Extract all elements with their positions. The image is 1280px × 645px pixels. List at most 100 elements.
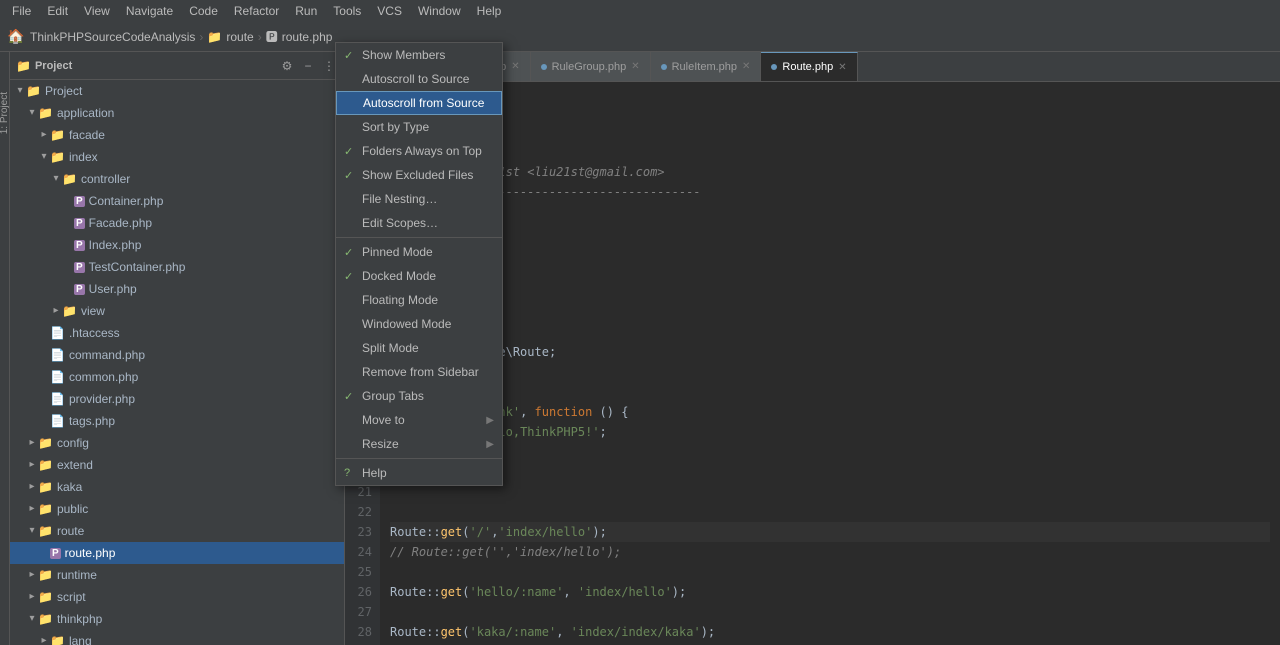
tree-item[interactable]: ▸📁config [10, 432, 344, 454]
folder-icon: 📁 [38, 612, 53, 626]
code-line: Route::get('hello/:name', 'index/hello')… [390, 582, 1270, 602]
tree-item[interactable]: ▾📁Project [10, 80, 344, 102]
menu-item-edit-scopes[interactable]: Edit Scopes… [336, 211, 502, 235]
tree-item[interactable]: ▾📁index [10, 146, 344, 168]
menu-help[interactable]: Help [469, 2, 510, 20]
tree-item[interactable]: ▸📁facade [10, 124, 344, 146]
left-strip: 1: Project [0, 52, 10, 645]
menu-navigate[interactable]: Navigate [118, 2, 181, 20]
tree-item[interactable]: ▾📁route [10, 520, 344, 542]
tree-item[interactable]: ▸📁public [10, 498, 344, 520]
folder-icon: 📁 [38, 480, 53, 494]
tree-item[interactable]: ▸📄.htaccess [10, 322, 344, 344]
tree-item[interactable]: ▸📄provider.php [10, 388, 344, 410]
menu-item-floating-mode[interactable]: Floating Mode [336, 288, 502, 312]
menu-code[interactable]: Code [181, 2, 226, 20]
tree-arrow: ▸ [38, 635, 50, 645]
tree-item[interactable]: ▸📄command.php [10, 344, 344, 366]
tree-item[interactable]: ▸📄common.php [10, 366, 344, 388]
tree-item[interactable]: ▸📁view [10, 300, 344, 322]
tab-Routephp[interactable]: Route.php ✕ [761, 52, 857, 82]
tree-arrow: ▾ [26, 613, 38, 625]
tab-close[interactable]: ✕ [742, 61, 750, 72]
project-icon[interactable]: 🏠 [6, 27, 26, 47]
tree-item[interactable]: ▸📄tags.php [10, 410, 344, 432]
menu-vcs[interactable]: VCS [369, 2, 410, 20]
panel-minus-icon[interactable]: − [299, 57, 317, 75]
menu-item-docked-mode[interactable]: ✓Docked Mode [336, 264, 502, 288]
menu-item-autoscroll-from-source[interactable]: Autoscroll from Source [336, 91, 502, 115]
menu-item-remove-from-sidebar[interactable]: Remove from Sidebar [336, 360, 502, 384]
tree-item-label: lang [69, 634, 92, 645]
tree-item[interactable]: ▾📁application [10, 102, 344, 124]
menu-item-label: Move to [362, 413, 480, 427]
menu-checkmark: ✓ [344, 390, 356, 403]
menu-item-file-nesting[interactable]: File Nesting… [336, 187, 502, 211]
code-content[interactable]: /* * Author: liu21st <liu21st@gmail.com>… [380, 82, 1280, 645]
tree-item[interactable]: ▾📁controller [10, 168, 344, 190]
menu-item-move-to[interactable]: Move to▶ [336, 408, 502, 432]
tree-item-label: command.php [69, 348, 145, 362]
tree-item-label: config [57, 436, 89, 450]
menu-item-pinned-mode[interactable]: ✓Pinned Mode [336, 240, 502, 264]
menu-file[interactable]: File [4, 2, 39, 20]
breadcrumb-route-folder: 📁 [207, 30, 222, 44]
menu-item-label: Folders Always on Top [362, 144, 494, 158]
tree-item[interactable]: ▸📁script [10, 586, 344, 608]
menu-checkmark: ? [344, 467, 356, 479]
tree-item[interactable]: ▸P User.php [10, 278, 344, 300]
tab-close[interactable]: ✕ [631, 61, 639, 72]
menu-item-sort-by-type[interactable]: Sort by Type [336, 115, 502, 139]
tree-arrow: ▸ [26, 503, 38, 515]
tree-item-label: view [81, 304, 105, 318]
tree-item-label: route.php [65, 546, 116, 560]
menu-item-label: Floating Mode [362, 293, 494, 307]
tree-item[interactable]: ▸📁runtime [10, 564, 344, 586]
code-line: Route::get('kaka/:name', 'index/index/ka… [390, 622, 1270, 642]
file-icon: 📄 [50, 370, 65, 384]
tree-item[interactable]: ▾📁thinkphp [10, 608, 344, 630]
tree-item[interactable]: ▸P Facade.php [10, 212, 344, 234]
menu-item-label: Autoscroll from Source [363, 96, 493, 110]
panel-settings-icon[interactable]: ⚙ [278, 57, 296, 75]
menu-item-autoscroll-to-source[interactable]: Autoscroll to Source [336, 67, 502, 91]
tree-item[interactable]: ▸📁extend [10, 454, 344, 476]
menu-refactor[interactable]: Refactor [226, 2, 287, 20]
tab-close[interactable]: ✕ [838, 62, 846, 73]
tree-item-label: Container.php [89, 194, 164, 208]
code-line [390, 322, 1270, 342]
folder-icon: 📁 [50, 128, 65, 142]
menu-item-show-excluded-files[interactable]: ✓Show Excluded Files [336, 163, 502, 187]
tab-dot [661, 64, 667, 70]
menu-item-group-tabs[interactable]: ✓Group Tabs [336, 384, 502, 408]
code-line [390, 562, 1270, 582]
tree-item[interactable]: ▸📁kaka [10, 476, 344, 498]
menu-item-show-members[interactable]: ✓Show Members [336, 52, 502, 67]
menu-edit[interactable]: Edit [39, 2, 76, 20]
tree-arrow: ▸ [26, 459, 38, 471]
tree-item[interactable]: ▸P Container.php [10, 190, 344, 212]
line-number: 27 [353, 602, 372, 622]
file-icon: 📄 [50, 414, 65, 428]
tree-item[interactable]: ▸P route.php [10, 542, 344, 564]
tree-area[interactable]: ▾📁Project▾📁application▸📁facade▾📁index▾📁c… [10, 80, 344, 645]
code-line: * Author: liu21st <liu21st@gmail.com> [390, 162, 1270, 182]
menu-window[interactable]: Window [410, 2, 469, 20]
tree-item[interactable]: ▸📁lang [10, 630, 344, 645]
tab-close[interactable]: ✕ [511, 61, 519, 72]
tree-item-label: Facade.php [89, 216, 152, 230]
menu-item-folders-always-on-top[interactable]: ✓Folders Always on Top [336, 139, 502, 163]
tree-item[interactable]: ▸P TestContainer.php [10, 256, 344, 278]
tab-RuleGroupphp[interactable]: RuleGroup.php ✕ [531, 52, 651, 82]
tree-item[interactable]: ▸P Index.php [10, 234, 344, 256]
menu-item-resize[interactable]: Resize▶ [336, 432, 502, 456]
menu-item-split-mode[interactable]: Split Mode [336, 336, 502, 360]
tab-RuleItemphp[interactable]: RuleItem.php ✕ [651, 52, 762, 82]
menu-view[interactable]: View [76, 2, 118, 20]
menu-run[interactable]: Run [287, 2, 325, 20]
menu-item-windowed-mode[interactable]: Windowed Mode [336, 312, 502, 336]
toolbar: 🏠 ThinkPHPSourceCodeAnalysis › 📁 route ›… [0, 22, 1280, 52]
menu-item-help[interactable]: ?Help [336, 461, 502, 485]
menu-tools[interactable]: Tools [325, 2, 369, 20]
code-line [390, 82, 1270, 102]
